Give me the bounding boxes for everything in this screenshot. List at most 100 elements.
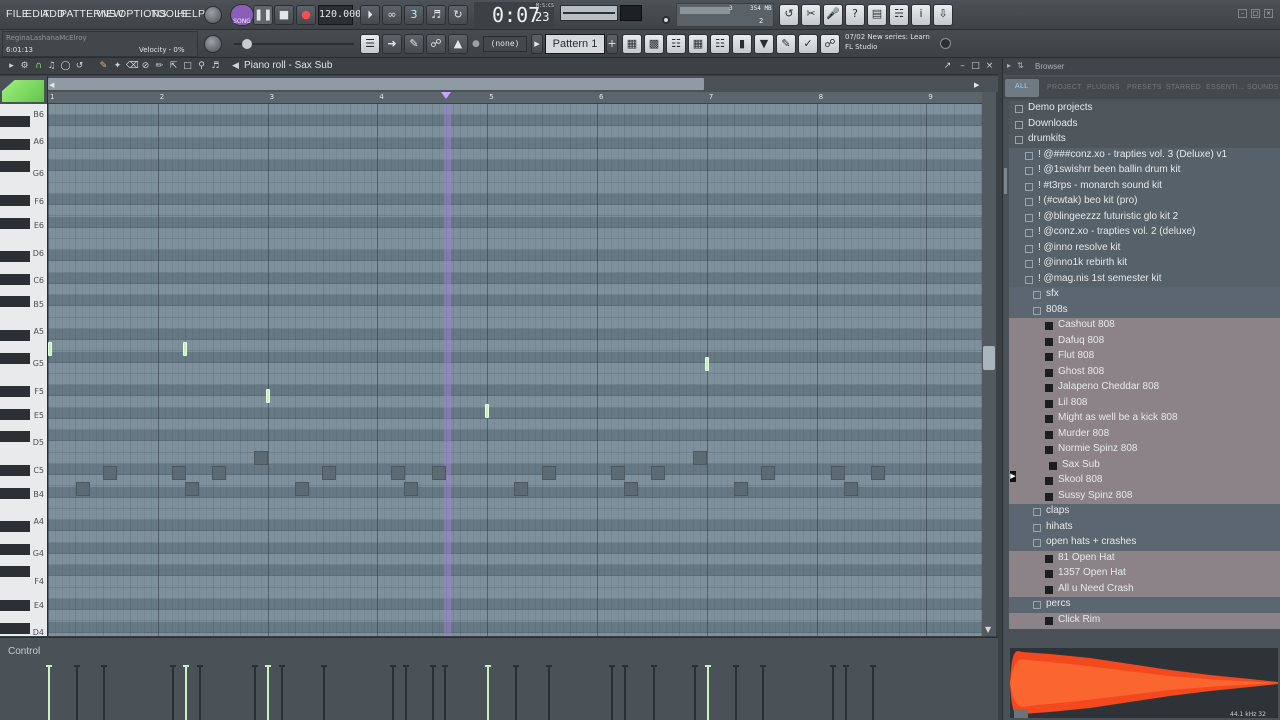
- mixer-view-icon[interactable]: ☷: [666, 34, 686, 54]
- velocity-bar[interactable]: [405, 665, 407, 720]
- black-key[interactable]: [0, 251, 30, 263]
- pr-magnet-icon[interactable]: ∩: [33, 61, 44, 72]
- black-key[interactable]: [0, 161, 30, 173]
- pr-minimize-icon[interactable]: –: [957, 61, 968, 72]
- pr-pencil-icon[interactable]: ✎: [98, 61, 109, 72]
- velocity-bar[interactable]: [611, 665, 613, 720]
- velocity-bar[interactable]: [845, 665, 847, 720]
- browser-folder[interactable]: percs: [1009, 597, 1280, 613]
- browser-folder[interactable]: ! @blingeezzz futuristic glo kit 2: [1009, 209, 1280, 226]
- black-key[interactable]: [0, 622, 30, 634]
- news-panel[interactable]: 07/02 New series: Learn FL Studio: [844, 33, 954, 55]
- metronome-icon[interactable]: ⏵: [360, 5, 380, 25]
- master-pitch-knob[interactable]: [204, 35, 222, 53]
- stamp-icon[interactable]: ▲: [448, 34, 468, 54]
- pr-brush-icon[interactable]: ✦: [112, 61, 123, 72]
- browser-file[interactable]: Jalapeno Cheddar 808: [1009, 380, 1280, 396]
- pr-maximize-icon[interactable]: □: [970, 61, 981, 72]
- pr-erase-icon[interactable]: ⌫: [126, 61, 139, 72]
- close-icon[interactable]: ×: [1264, 9, 1273, 18]
- sample-waveform-preview[interactable]: [1010, 648, 1278, 718]
- velocity-bar[interactable]: [254, 665, 256, 720]
- loop-record-icon[interactable]: ↻: [448, 5, 468, 25]
- pr-scroll-right-icon[interactable]: ▶: [974, 81, 979, 89]
- browser-folder[interactable]: ! @1swishrr been ballin drum kit: [1009, 163, 1280, 179]
- tab-essentials[interactable]: ESSENTI...: [1206, 84, 1245, 91]
- pr-target-icon[interactable]: ◀: [230, 61, 241, 72]
- black-key[interactable]: [0, 352, 30, 364]
- stop-button[interactable]: ■: [274, 5, 294, 25]
- velocity-bar[interactable]: [103, 665, 105, 720]
- maximize-icon[interactable]: □: [1251, 9, 1260, 18]
- black-key[interactable]: [0, 408, 30, 420]
- black-key[interactable]: [0, 386, 30, 398]
- pr-detach-icon[interactable]: ↗: [942, 61, 953, 72]
- velocity-bar[interactable]: [624, 665, 626, 720]
- playhead-marker[interactable]: [441, 92, 451, 99]
- record-button[interactable]: ●: [296, 5, 316, 25]
- browser-folder[interactable]: ! @inno1k rebirth kit: [1009, 256, 1280, 272]
- browser-folder[interactable]: claps: [1009, 504, 1280, 520]
- tab-presets[interactable]: PRESETS: [1127, 84, 1162, 91]
- browser-file[interactable]: 81 Open Hat: [1009, 550, 1280, 567]
- browser-file[interactable]: Lil 808: [1009, 395, 1280, 412]
- control-label[interactable]: Control: [8, 646, 40, 657]
- black-key[interactable]: [0, 543, 30, 555]
- browser-scrollbar[interactable]: [1004, 168, 1007, 194]
- wait-input-icon[interactable]: ∞: [382, 5, 402, 25]
- browser-folder[interactable]: open hats + crashes: [1009, 535, 1280, 551]
- tab-project[interactable]: PROJECT: [1047, 84, 1082, 91]
- pr-channel-indicator[interactable]: [2, 80, 44, 102]
- velocity-bar[interactable]: [267, 665, 269, 720]
- tab-sounds[interactable]: SOUNDS: [1247, 84, 1279, 91]
- velocity-bar[interactable]: [487, 665, 489, 720]
- black-key[interactable]: [0, 431, 30, 443]
- tempo-display[interactable]: 120.000: [318, 5, 361, 25]
- note[interactable]: [705, 357, 709, 371]
- mic-icon[interactable]: ▼: [754, 34, 774, 54]
- browser-arrow-icon[interactable]: ▸: [1007, 61, 1011, 70]
- browser-file[interactable]: Normie Spinz 808: [1009, 442, 1280, 458]
- black-key[interactable]: [0, 465, 30, 476]
- pr-menu-arrow-icon[interactable]: ▸: [6, 61, 17, 72]
- note[interactable]: [485, 404, 489, 418]
- browser-file[interactable]: Skool 808: [1009, 473, 1280, 489]
- master-volume-knob[interactable]: [204, 6, 222, 24]
- tab-plugins[interactable]: PLUGINS: [1087, 84, 1120, 91]
- globe-icon[interactable]: [940, 38, 951, 49]
- black-key[interactable]: [0, 566, 30, 578]
- cut-icon[interactable]: ✂: [801, 4, 821, 26]
- minimize-icon[interactable]: –: [1238, 9, 1247, 18]
- browser-file[interactable]: Flut 808: [1009, 349, 1280, 365]
- browser-folder[interactable]: Downloads: [1009, 116, 1280, 133]
- pr-scroll-left-icon[interactable]: ◀: [49, 81, 54, 89]
- master-volume-slider[interactable]: [234, 39, 354, 49]
- velocity-bar[interactable]: [735, 665, 737, 720]
- countdown-icon[interactable]: 3: [404, 5, 424, 25]
- black-key[interactable]: [0, 273, 30, 285]
- tab-starred[interactable]: STARRED: [1166, 84, 1201, 91]
- playlist-icon[interactable]: ☰: [360, 34, 380, 54]
- brush-icon[interactable]: ✎: [404, 34, 424, 54]
- velocity-bar[interactable]: [694, 665, 696, 720]
- pr-time-ruler[interactable]: 1 2 3 4 5 6 7 8 9: [48, 92, 982, 104]
- browser-folder[interactable]: drumkits: [1009, 132, 1280, 148]
- step-edit-icon[interactable]: ♬: [426, 5, 446, 25]
- velocity-bar[interactable]: [281, 665, 283, 720]
- velocity-bar[interactable]: [323, 665, 325, 720]
- cart-icon[interactable]: ☍: [820, 34, 840, 54]
- browser-folder[interactable]: 808s: [1009, 302, 1280, 319]
- browser-file[interactable]: Click Rim: [1009, 612, 1280, 629]
- browser-nav-icon[interactable]: ⇅: [1017, 61, 1024, 70]
- pr-slice-icon[interactable]: ✏: [154, 61, 165, 72]
- browser-file[interactable]: Cashout 808: [1009, 318, 1280, 334]
- pattern-selector[interactable]: Pattern 1: [545, 34, 605, 54]
- mixer-icon[interactable]: ☵: [889, 4, 909, 26]
- note[interactable]: [266, 389, 270, 403]
- browser-file[interactable]: Ghost 808: [1009, 364, 1280, 381]
- arrow-right-icon[interactable]: ➜: [382, 34, 402, 54]
- pr-clock-icon[interactable]: ◯: [60, 61, 71, 72]
- browser-folder[interactable]: sfx: [1009, 287, 1280, 303]
- playlist-view-icon[interactable]: ▦: [688, 34, 708, 54]
- velocity-bar[interactable]: [392, 665, 394, 720]
